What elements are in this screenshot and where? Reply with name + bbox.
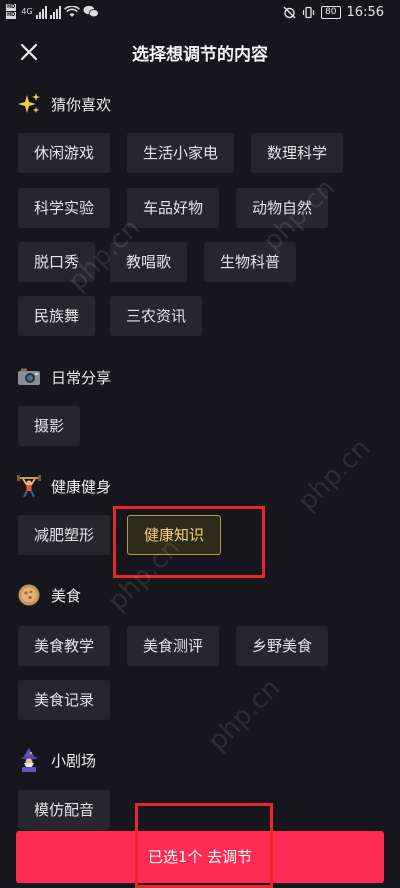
status-right: 80 16:56	[283, 5, 384, 20]
section-header-food: 美食	[17, 583, 81, 607]
section-header-guess: 猜你喜欢	[17, 92, 111, 116]
tag-item[interactable]: 民族舞	[18, 296, 96, 336]
hd-badges: HD HD	[6, 4, 17, 19]
food-icon	[18, 584, 40, 606]
tag-item[interactable]: 美食教学	[18, 626, 111, 666]
signal-icon-2	[49, 5, 61, 19]
section-header-daily: 日常分享	[17, 365, 111, 389]
tag-item[interactable]: 减肥塑形	[18, 515, 111, 555]
header: 选择想调节的内容	[0, 28, 400, 74]
hd-badge-1: HD	[6, 4, 17, 11]
wifi-icon	[63, 5, 80, 17]
hd-badge-2: HD	[6, 12, 17, 19]
page-title: 选择想调节的内容	[132, 45, 268, 65]
tag-item[interactable]: 教唱歌	[110, 242, 188, 282]
section-title: 小剧场	[51, 751, 97, 770]
go-adjust-button[interactable]: 已选1个 去调节	[16, 831, 384, 883]
status-left: HD HD 4G	[6, 4, 99, 19]
tag-item[interactable]: 模仿配音	[18, 790, 111, 830]
tag-item[interactable]: 美食记录	[18, 680, 111, 720]
section-title: 猜你喜欢	[51, 95, 112, 114]
section-title: 美食	[51, 586, 82, 605]
tag-item[interactable]: 数理科学	[251, 133, 344, 173]
tag-item[interactable]: 休闲游戏	[18, 133, 111, 173]
screen: HD HD 4G 80 16:56 选择想调节的内容 猜你喜欢 休闲游戏 生活小…	[0, 0, 400, 888]
watermark: php.cn	[292, 433, 377, 517]
network-type: 4G	[21, 7, 33, 16]
tag-item[interactable]: 生活小家电	[127, 133, 235, 173]
signal-icon	[35, 5, 47, 19]
section-title: 日常分享	[51, 368, 112, 387]
tag-item[interactable]: 三农资讯	[110, 296, 203, 336]
section-header-fitness: 健康健身	[17, 474, 111, 498]
sparkles-icon	[18, 93, 40, 113]
tag-item[interactable]: 动物自然	[236, 188, 329, 228]
wechat-icon	[83, 5, 99, 18]
alarm-off-icon	[283, 6, 296, 19]
wizard-icon	[21, 748, 37, 772]
status-bar: HD HD 4G 80 16:56	[0, 0, 400, 28]
vibrate-icon	[302, 6, 315, 19]
tag-item[interactable]: 车品好物	[127, 188, 220, 228]
section-header-theater: 小剧场	[17, 748, 96, 772]
tag-item[interactable]: 脱口秀	[18, 242, 96, 282]
tag-item-selected[interactable]: 健康知识	[127, 515, 222, 555]
status-time: 16:56	[346, 5, 384, 20]
tag-item[interactable]: 乡野美食	[236, 626, 329, 666]
tag-item[interactable]: 生物科普	[204, 242, 297, 282]
watermark: php.cn	[202, 673, 287, 757]
camera-icon	[18, 368, 40, 385]
tag-item[interactable]: 科学实验	[18, 188, 111, 228]
section-title: 健康健身	[51, 477, 112, 496]
weightlifter-icon	[17, 475, 41, 498]
tag-item[interactable]: 摄影	[18, 406, 81, 446]
battery-icon: 80	[321, 6, 341, 19]
tag-item[interactable]: 美食测评	[127, 626, 220, 666]
